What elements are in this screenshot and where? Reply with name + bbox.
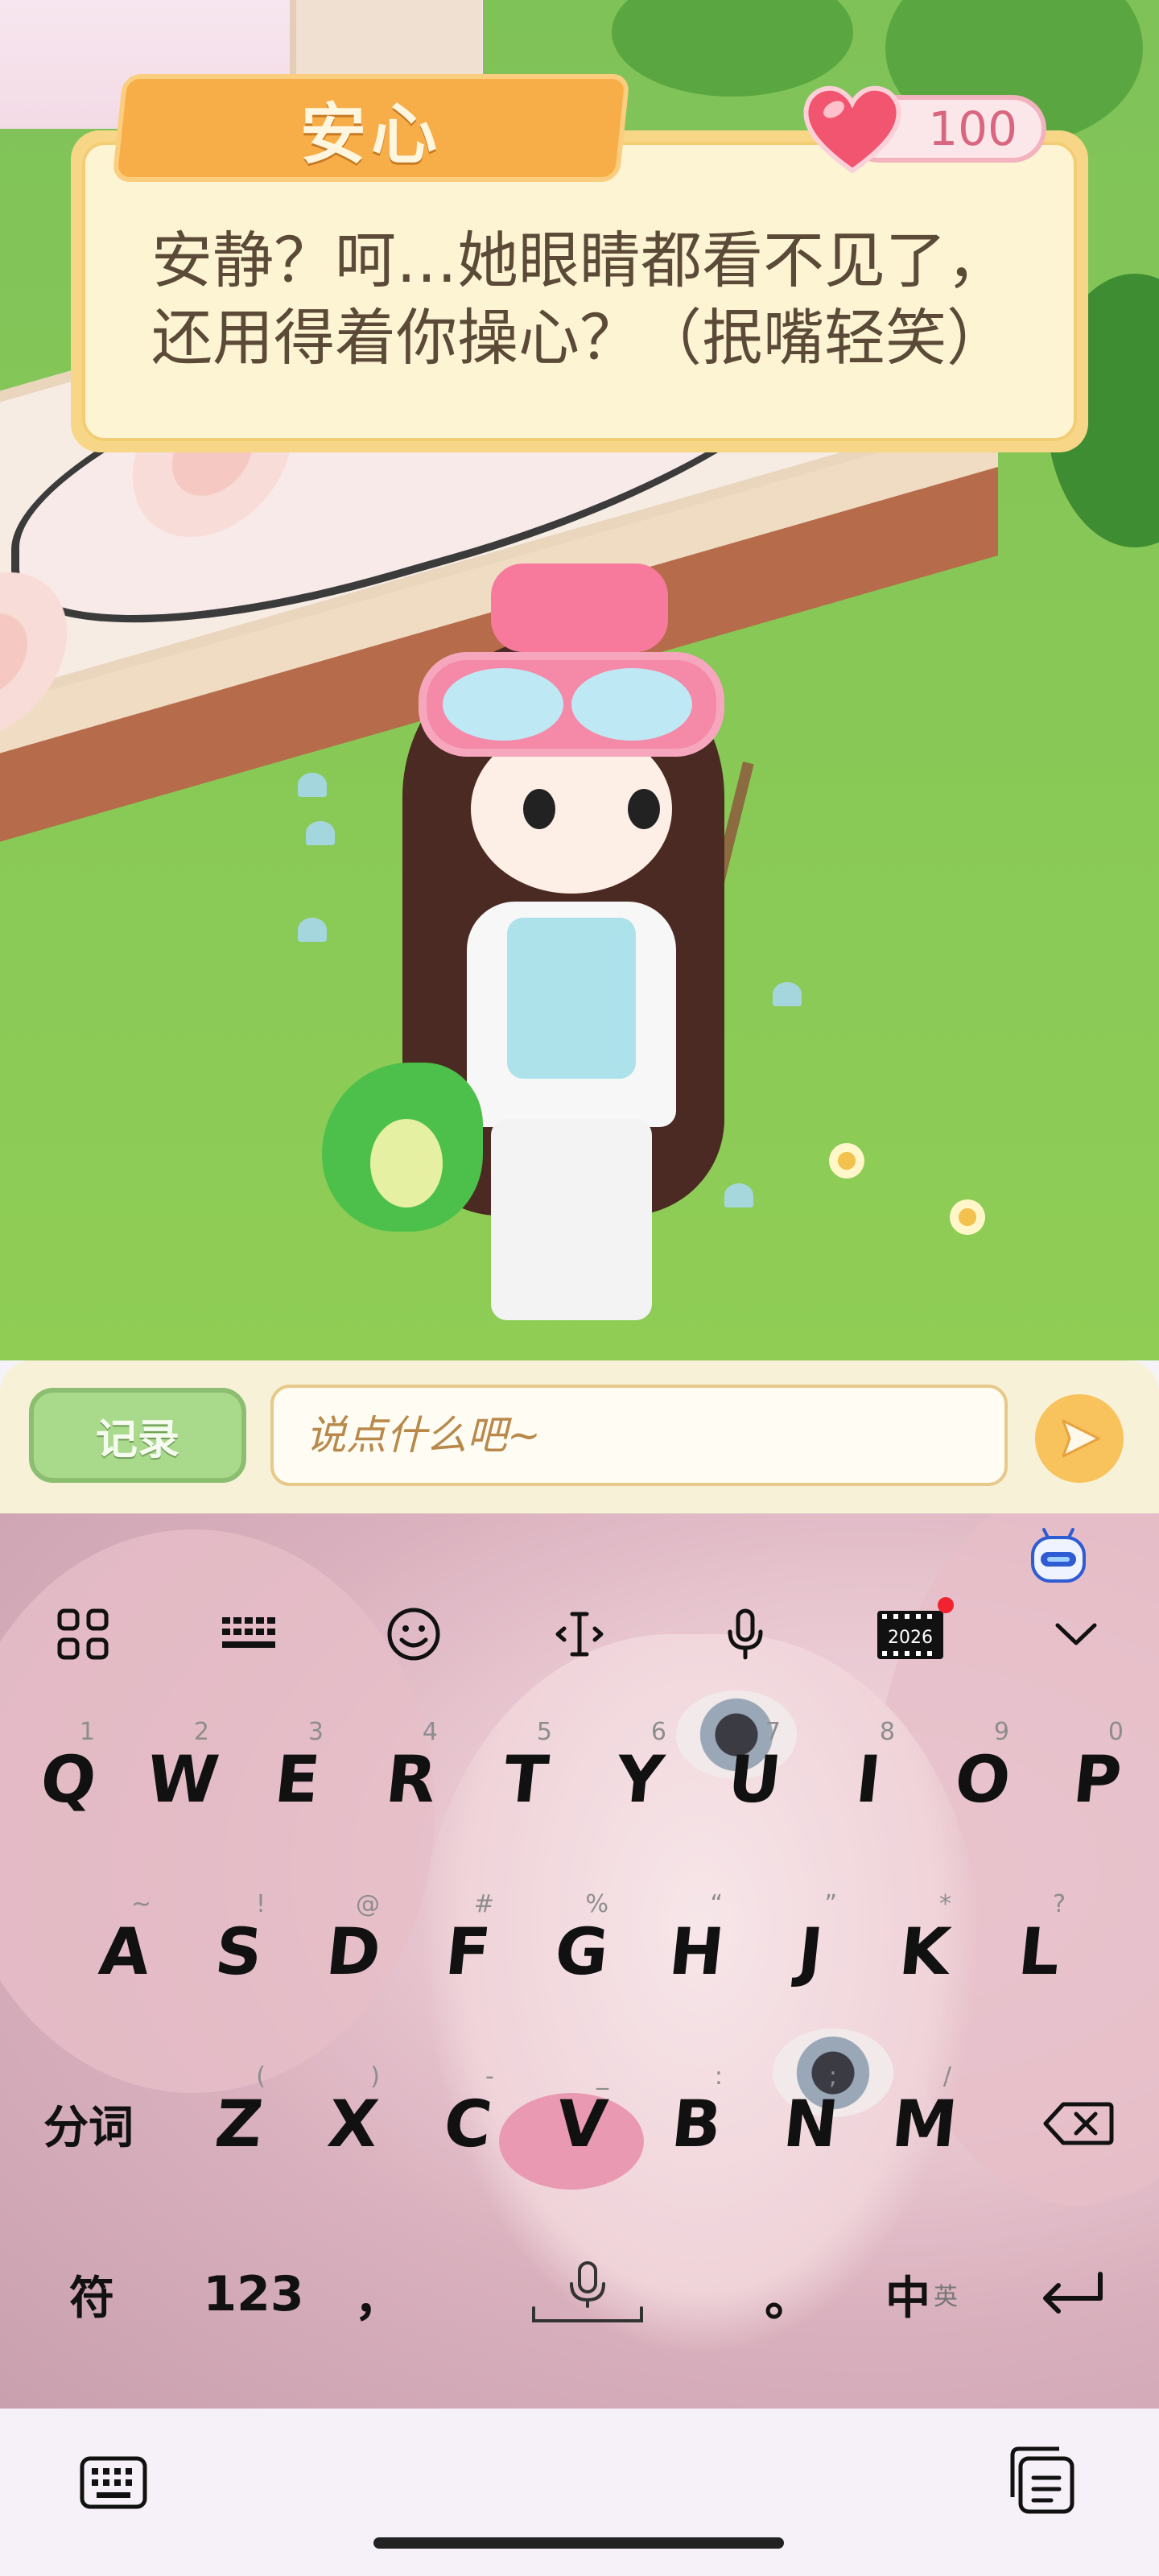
calendar-2026-icon[interactable]: 2026 — [862, 1594, 959, 1674]
send-icon — [1062, 1419, 1100, 1458]
key-o[interactable]: 9O — [926, 1715, 1038, 1843]
butterfly — [773, 982, 802, 1006]
calendar-year-label: 2026 — [888, 1628, 933, 1648]
keyboard-row-1: 1Q 2W 3E 4R 5T 6Y 7U 8I 9O 0P — [0, 1715, 1159, 1876]
assistant-robot-icon[interactable] — [1026, 1523, 1091, 1587]
key-c[interactable]: -C — [410, 2059, 523, 2188]
key-t[interactable]: 5T — [468, 1715, 581, 1843]
goggles — [419, 652, 724, 757]
speaker-name: 安心 — [299, 96, 442, 173]
hair-bow — [491, 564, 668, 652]
butterfly — [724, 1183, 753, 1208]
apps-grid-icon[interactable] — [35, 1594, 131, 1674]
send-button[interactable] — [1035, 1394, 1124, 1483]
clipboard-icon[interactable] — [1006, 2444, 1079, 2516]
key-m[interactable]: / M — [868, 2059, 980, 2188]
message-input[interactable] — [270, 1385, 1008, 1486]
key-h[interactable]: “H — [639, 1887, 752, 2016]
emoji-icon[interactable] — [365, 1594, 462, 1674]
key-i[interactable]: 8I — [811, 1715, 924, 1843]
space-key[interactable] — [451, 2230, 724, 2359]
key-a[interactable]: ~ A — [68, 1887, 180, 2016]
key-r[interactable]: 4R — [354, 1715, 467, 1843]
key-e[interactable]: 3E — [240, 1715, 353, 1843]
cursor-icon[interactable] — [531, 1594, 628, 1674]
language-switch-key[interactable]: 中英 — [853, 2230, 990, 2359]
affection-value: 100 — [928, 101, 1017, 156]
heart-icon — [803, 85, 901, 174]
small-flower — [950, 1199, 985, 1235]
key-k[interactable]: * K — [868, 1887, 980, 2016]
symbols-key[interactable]: 符 — [35, 2230, 148, 2359]
key-p[interactable]: 0P — [1040, 1715, 1153, 1843]
key-y[interactable]: 6Y — [583, 1715, 695, 1843]
keyboard-row-4: 符 123 ， 。 中英 — [0, 2230, 1159, 2391]
butterfly — [298, 918, 327, 942]
space-mic-icon — [532, 2261, 643, 2322]
key-x[interactable]: ) X — [296, 2059, 409, 2188]
numbers-key[interactable]: 123 — [193, 2230, 314, 2359]
key-b[interactable]: :B — [639, 2059, 752, 2188]
microphone-icon[interactable] — [697, 1594, 794, 1674]
system-nav-bar — [0, 2409, 1159, 2576]
language-alt-label: 英 — [934, 2283, 958, 2311]
butterfly — [298, 773, 327, 797]
period-key[interactable]: 。 — [740, 2230, 837, 2359]
key-l[interactable]: ? L — [982, 1887, 1095, 2016]
keyboard: 2026 1Q 2W 3E 4R 5T 6Y 7U 8I 9O 0P ~ A ! S… — [0, 1513, 1159, 2409]
key-g[interactable]: % G — [525, 1887, 637, 2016]
backspace-key[interactable] — [1022, 2059, 1135, 2188]
key-j[interactable]: ” J — [753, 1887, 866, 2016]
key-z[interactable]: (Z — [182, 2059, 295, 2188]
segment-key[interactable]: 分词 — [16, 2059, 161, 2188]
key-d[interactable]: @ D — [296, 1887, 409, 2016]
enter-icon — [1043, 2272, 1103, 2314]
key-w[interactable]: 2W — [126, 1715, 238, 1843]
keyboard-layout-icon[interactable] — [200, 1594, 297, 1674]
record-button-label: 记录 — [95, 1415, 179, 1464]
key-f[interactable]: # F — [410, 1887, 523, 2016]
home-indicator[interactable] — [373, 2537, 784, 2549]
key-q[interactable]: 1Q — [11, 1715, 124, 1843]
comma-key[interactable]: ， — [330, 2230, 427, 2359]
collapse-keyboard-icon[interactable] — [1028, 1594, 1124, 1674]
butterfly — [306, 821, 335, 845]
record-button[interactable]: 记录 — [29, 1388, 246, 1483]
keyboard-switch-icon[interactable] — [77, 2447, 150, 2520]
keyboard-row-2: ~ A ! S @ D # F % G “H ” J * K ? L — [0, 1887, 1159, 2048]
notification-dot — [938, 1597, 955, 1613]
enter-key[interactable] — [1016, 2230, 1128, 2359]
key-n[interactable]: ; N — [753, 2059, 866, 2188]
backspace-icon — [1043, 2102, 1114, 2145]
dialog-text: 安静？呵…她眼睛都看不见了，还用得着你操心？（抿嘴轻笑） — [151, 225, 1008, 374]
speaker-name-tag: 安心 — [111, 74, 631, 182]
crocodile-pet[interactable] — [322, 1063, 483, 1232]
key-v[interactable]: _ V — [525, 2059, 637, 2188]
key-s[interactable]: ! S — [182, 1887, 295, 2016]
keyboard-row-3: 分词 (Z ) X -C _ V :B ; N / M — [0, 2059, 1159, 2220]
key-u[interactable]: 7U — [697, 1715, 810, 1843]
small-flower — [829, 1143, 864, 1179]
keyboard-toolbar: 2026 — [0, 1586, 1159, 1682]
chat-input-bar: 记录 — [0, 1360, 1159, 1513]
